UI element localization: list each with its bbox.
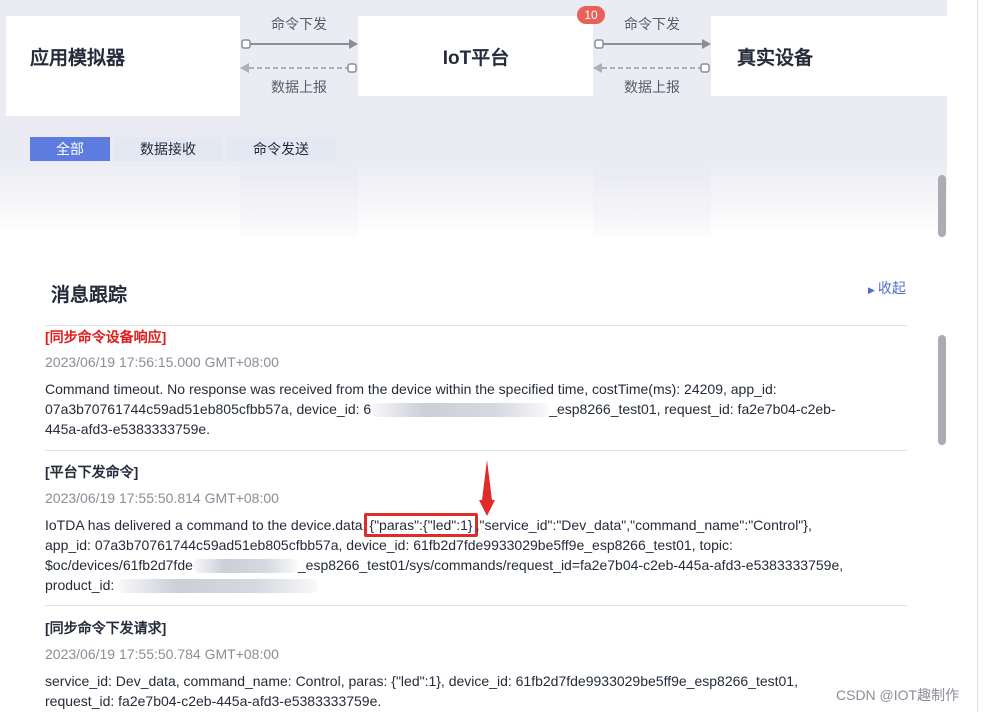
data-up-label: 数据上报 — [624, 79, 680, 95]
entry-text: _esp8266_test01/sys/commands/request_id=… — [297, 557, 844, 573]
divider — [45, 605, 907, 606]
entry-text: product_id: — [45, 577, 115, 593]
entry-line: Command timeout. No response was receive… — [45, 381, 777, 397]
entry-line: 445a-afd3-e5383333759e. — [45, 421, 211, 437]
flow-platform-device: 命令下发 数据上报 — [593, 0, 711, 250]
tab-command-send[interactable]: 命令发送 — [226, 137, 336, 161]
app-simulator-card[interactable]: 应用模拟器 — [6, 16, 240, 116]
redacted-blur — [118, 579, 319, 594]
window-border — [977, 0, 978, 712]
entry-text: ,"service_id":"Dev_data","command_name":… — [475, 517, 812, 533]
entry-timestamp: 2023/06/19 17:56:15.000 GMT+08:00 — [45, 354, 279, 370]
simulator-scrollbar[interactable] — [938, 175, 946, 237]
divider — [45, 325, 907, 326]
entry-line: $oc/devices/61fb2d7fde _esp8266_test01/sy… — [45, 555, 905, 575]
message-count-badge: 10 — [577, 6, 605, 24]
entry-timestamp: 2023/06/19 17:55:50.814 GMT+08:00 — [45, 490, 279, 506]
trace-scrollbar[interactable] — [938, 335, 946, 445]
entry-header: [平台下发命令] — [45, 464, 139, 480]
real-device-title: 真实设备 — [737, 47, 814, 69]
entry-header: [同步命令下发请求] — [45, 620, 167, 636]
entry-body: IoTDA has delivered a command to the dev… — [45, 513, 905, 595]
highlighted-paras: {"paras":{"led":1} — [364, 513, 478, 537]
entry-line: service_id: Dev_data, command_name: Cont… — [45, 673, 798, 689]
entry-body: service_id: Dev_data, command_name: Cont… — [45, 671, 905, 711]
real-device-card[interactable]: 真实设备 — [711, 16, 947, 96]
entry-body: Command timeout. No response was receive… — [45, 379, 905, 439]
data-up-label: 数据上报 — [271, 79, 327, 95]
message-trace-panel: 消息跟踪 ▶ 收起 [同步命令设备响应] 2023/06/19 17:56:15.… — [6, 236, 937, 712]
entry-header: [同步命令设备响应] — [45, 329, 167, 345]
caret-right-icon: ▶ — [868, 285, 875, 295]
tab-all[interactable]: 全部 — [30, 137, 110, 161]
collapse-label: 收起 — [877, 280, 906, 296]
entry-text: IoTDA has delivered a command to the dev… — [45, 517, 367, 533]
simulator-band: 应用模拟器 命令下发 数据上报 IoT平台 命令下发 数据上报 10 真实设备 — [0, 0, 947, 250]
iot-platform-card[interactable]: IoT平台 — [358, 16, 594, 96]
message-trace-title: 消息跟踪 — [51, 285, 128, 306]
redacted-blur — [371, 403, 550, 418]
entry-timestamp: 2023/06/19 17:55:50.784 GMT+08:00 — [45, 646, 279, 662]
entry-line: IoTDA has delivered a command to the dev… — [45, 513, 905, 537]
entry-line: 07a3b70761744c59ad51eb805cfbb57a, device… — [45, 399, 905, 419]
app-simulator-title: 应用模拟器 — [30, 47, 126, 69]
entry-text: 07a3b70761744c59ad51eb805cfbb57a, device… — [45, 401, 372, 417]
entry-line: request_id: fa2e7b04-c2eb-445a-afd3-e538… — [45, 693, 382, 709]
entry-line: app_id: 07a3b70761744c59ad51eb805cfbb57a… — [45, 537, 733, 553]
divider — [45, 450, 907, 451]
tab-data-receive[interactable]: 数据接收 — [113, 137, 223, 161]
entry-text: _esp8266_test01, request_id: fa2e7b04-c2… — [549, 401, 836, 417]
filter-tabs: 全部 数据接收 命令发送 — [30, 137, 336, 161]
entry-text: $oc/devices/61fb2d7fde — [45, 557, 193, 573]
redacted-blur — [192, 559, 298, 574]
iot-platform-title: IoT平台 — [442, 47, 510, 69]
collapse-link[interactable]: ▶ 收起 — [868, 278, 906, 298]
entry-line: product_id: — [45, 575, 905, 595]
red-arrow-annotation-icon — [479, 460, 495, 516]
watermark: CSDN @IOT趣制作 — [836, 687, 960, 703]
flow-app-platform: 命令下发 数据上报 — [240, 0, 358, 250]
